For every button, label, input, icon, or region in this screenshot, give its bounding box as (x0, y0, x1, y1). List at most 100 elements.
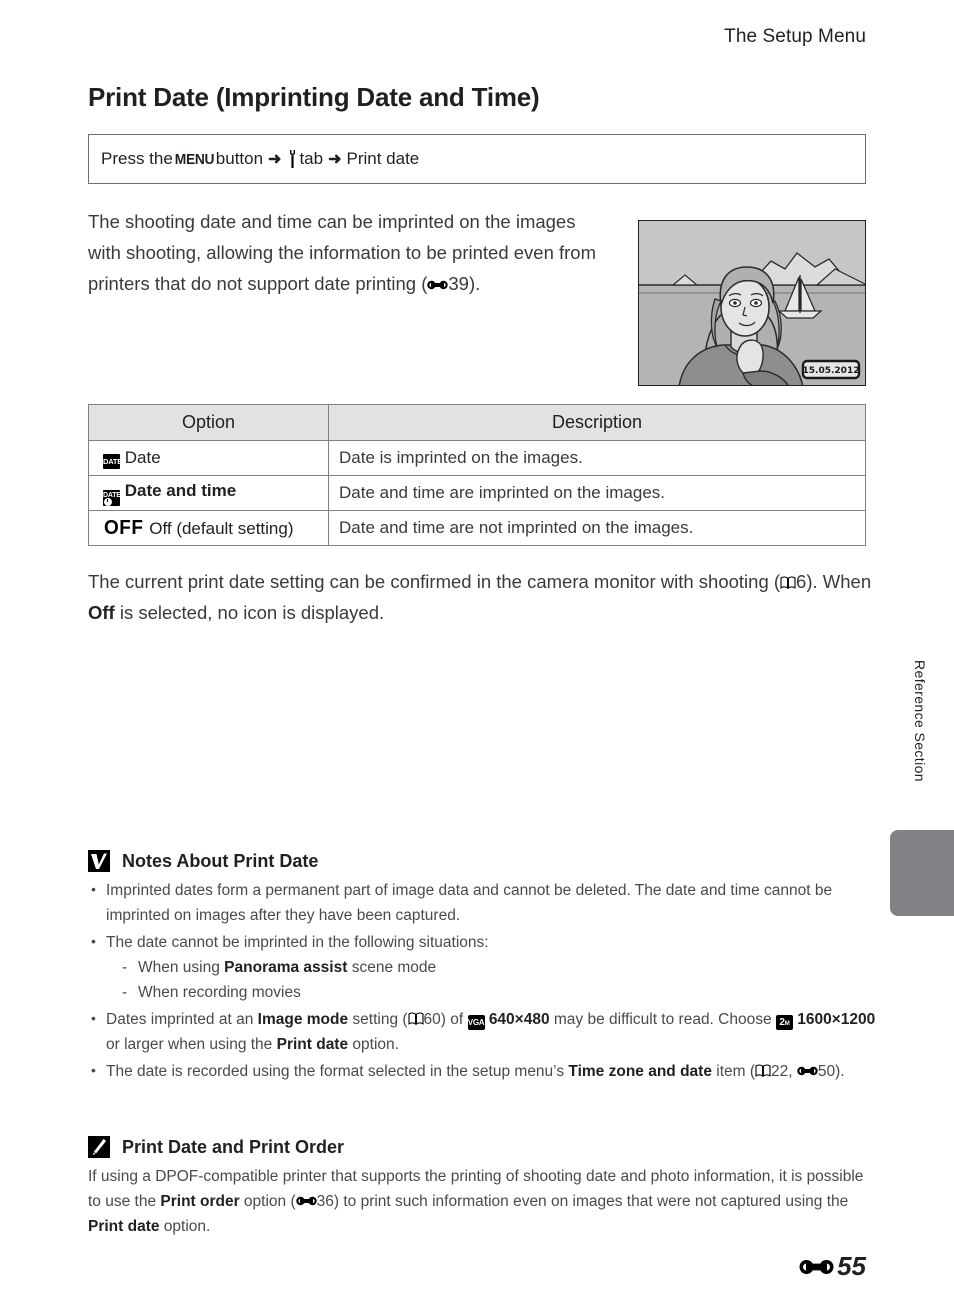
menu-path-box: Press the MENU button ➜ tab ➜ Print date (88, 134, 866, 184)
inline-text: 60) of (423, 1011, 468, 1028)
confirm-paragraph: The current print date setting can be co… (88, 566, 878, 628)
reference-section-side-label: Reference Section (912, 660, 928, 782)
emphasis-text: Time zone and date (568, 1063, 712, 1080)
list-item: When using Panorama assist scene mode (120, 955, 878, 980)
inline-text: 36) to print such information even on im… (316, 1193, 849, 1210)
table-header-row: Option Description (88, 404, 866, 441)
reference-section-icon (295, 1195, 317, 1207)
manual-book-icon (780, 576, 796, 589)
note-bullet-rich: The date is recorded using the format se… (106, 1063, 845, 1080)
table-row: DATE Date and time Date and time are imp… (88, 475, 866, 511)
inline-text: item ( (711, 1063, 756, 1080)
arrow-right-icon: ➜ (268, 151, 282, 168)
wrench-icon (286, 150, 299, 168)
option-label: Off (default setting) (149, 518, 294, 538)
reference-section-icon (799, 1257, 835, 1277)
option-label: Date (124, 447, 161, 467)
inline-text: may be difficult to read. Choose (549, 1011, 776, 1028)
emphasis-text: 640×480 (488, 1011, 550, 1028)
sub-bold: Panorama assist (224, 959, 348, 976)
inline-text: 22, (771, 1063, 797, 1080)
intro-ref-number: 39 (448, 273, 469, 294)
inline-text: 50). (817, 1063, 845, 1080)
list-item: Dates imprinted at an Image mode setting… (88, 1006, 878, 1057)
description-cell: Date and time are imprinted on the image… (328, 475, 866, 511)
column-header-description: Description (328, 404, 866, 441)
menu-path-prefix: Press the (101, 149, 173, 168)
notes-title: Notes About Print Date (122, 850, 319, 871)
tip-heading: Print Date and Print Order (88, 1136, 878, 1158)
menu-path-tab-word: tab (299, 149, 324, 168)
checkmark-note-icon (88, 850, 110, 872)
off-icon: OFF (104, 516, 144, 539)
confirm-part1: The current print date setting can be co… (88, 571, 781, 592)
date-and-time-icon: DATE (103, 489, 121, 506)
option-cell-off: OFF Off (default setting) (88, 510, 329, 546)
table-head: Option Description (88, 404, 866, 441)
reference-section-icon (797, 1065, 818, 1077)
note-bullet-text: The date cannot be imprinted in the foll… (106, 934, 489, 951)
confirm-ref1: 6 (796, 571, 807, 592)
tip-paragraph: If using a DPOF-compatible printer that … (88, 1164, 878, 1239)
confirm-bold-off: Off (88, 602, 115, 623)
description-cell: Date is imprinted on the images. (328, 440, 866, 476)
notes-heading: Notes About Print Date (88, 850, 878, 872)
reference-section-thumb-tab (890, 830, 954, 916)
description-cell: Date and time are not imprinted on the i… (328, 510, 866, 546)
manual-book-icon (407, 1012, 424, 1025)
sub-pre: When recording movies (138, 984, 301, 1001)
sub-post: scene mode (347, 959, 437, 976)
page-footer: 55 (799, 1251, 866, 1282)
column-header-option: Option (88, 404, 329, 441)
notes-bullet-list: Imprinted dates form a permanent part of… (88, 877, 878, 1084)
note-bullet-text: Imprinted dates form a permanent part of… (106, 882, 833, 924)
notes-about-print-date-block: Notes About Print Date Imprinted dates f… (88, 850, 878, 1086)
notes-body: Imprinted dates form a permanent part of… (88, 877, 878, 1084)
camera-monitor-illustration: 15.05.2012 (638, 220, 866, 386)
tip-body: If using a DPOF-compatible printer that … (88, 1164, 878, 1239)
intro-text: The shooting date and time can be imprin… (88, 211, 597, 294)
inline-text: The date is recorded using the format se… (106, 1063, 569, 1080)
date-icon: DATE (103, 453, 122, 469)
inline-text: or larger when using the (106, 1036, 277, 1053)
inline-text: setting ( (348, 1011, 408, 1028)
reference-section-icon (427, 279, 449, 291)
list-item: When recording movies (120, 980, 878, 1005)
manual-book-icon (755, 1064, 771, 1077)
note-bullet-rich: Dates imprinted at an Image mode setting… (106, 1011, 875, 1053)
inline-text: Dates imprinted at an (106, 1011, 258, 1028)
notes-sub-list: When using Panorama assist scene mode Wh… (120, 955, 878, 1005)
emphasis-text: Print order (160, 1193, 240, 1210)
option-label: Date and time (124, 480, 237, 500)
emphasis-text: 1600×1200 (797, 1011, 876, 1028)
menu-path-button-word: button (215, 149, 264, 168)
tip-title: Print Date and Print Order (122, 1136, 345, 1157)
print-date-and-print-order-block: Print Date and Print Order If using a DP… (88, 1136, 878, 1239)
table-row: OFF Off (default setting) Date and time … (88, 510, 866, 546)
inline-text: option. (348, 1036, 399, 1053)
emphasis-text: Image mode (257, 1011, 349, 1028)
confirm-part2: ). When (806, 571, 872, 592)
inline-text: option. (159, 1218, 211, 1235)
option-cell-date: DATE Date (88, 440, 329, 476)
date-stamp-text: 15.05.2012 (803, 366, 860, 376)
pencil-note-icon (88, 1136, 110, 1158)
confirm-part3: is selected, no icon is displayed. (114, 602, 385, 623)
list-item: The date cannot be imprinted in the foll… (88, 929, 878, 1005)
intro-paragraph: The shooting date and time can be imprin… (88, 206, 608, 299)
inline-text: option ( (239, 1193, 296, 1210)
running-head: The Setup Menu (724, 26, 866, 47)
intro-text-after: ). (468, 273, 481, 294)
list-item: Imprinted dates form a permanent part of… (88, 877, 878, 928)
two-megapixel-icon: 2M (775, 1015, 793, 1030)
table-row: DATE Date Date is imprinted on the image… (88, 440, 866, 476)
vga-icon: VGA (467, 1015, 485, 1030)
option-cell-date-and-time: DATE Date and time (88, 475, 329, 511)
emphasis-text: Print date (88, 1218, 160, 1235)
emphasis-text: Print date (276, 1036, 349, 1053)
menu-button-label: MENU (174, 150, 215, 168)
print-date-options-table: Option Description DATE Date Date is imp… (88, 404, 866, 546)
sub-pre: When using (138, 959, 225, 976)
clock-glyph (104, 497, 112, 506)
list-item: The date is recorded using the format se… (88, 1058, 878, 1084)
